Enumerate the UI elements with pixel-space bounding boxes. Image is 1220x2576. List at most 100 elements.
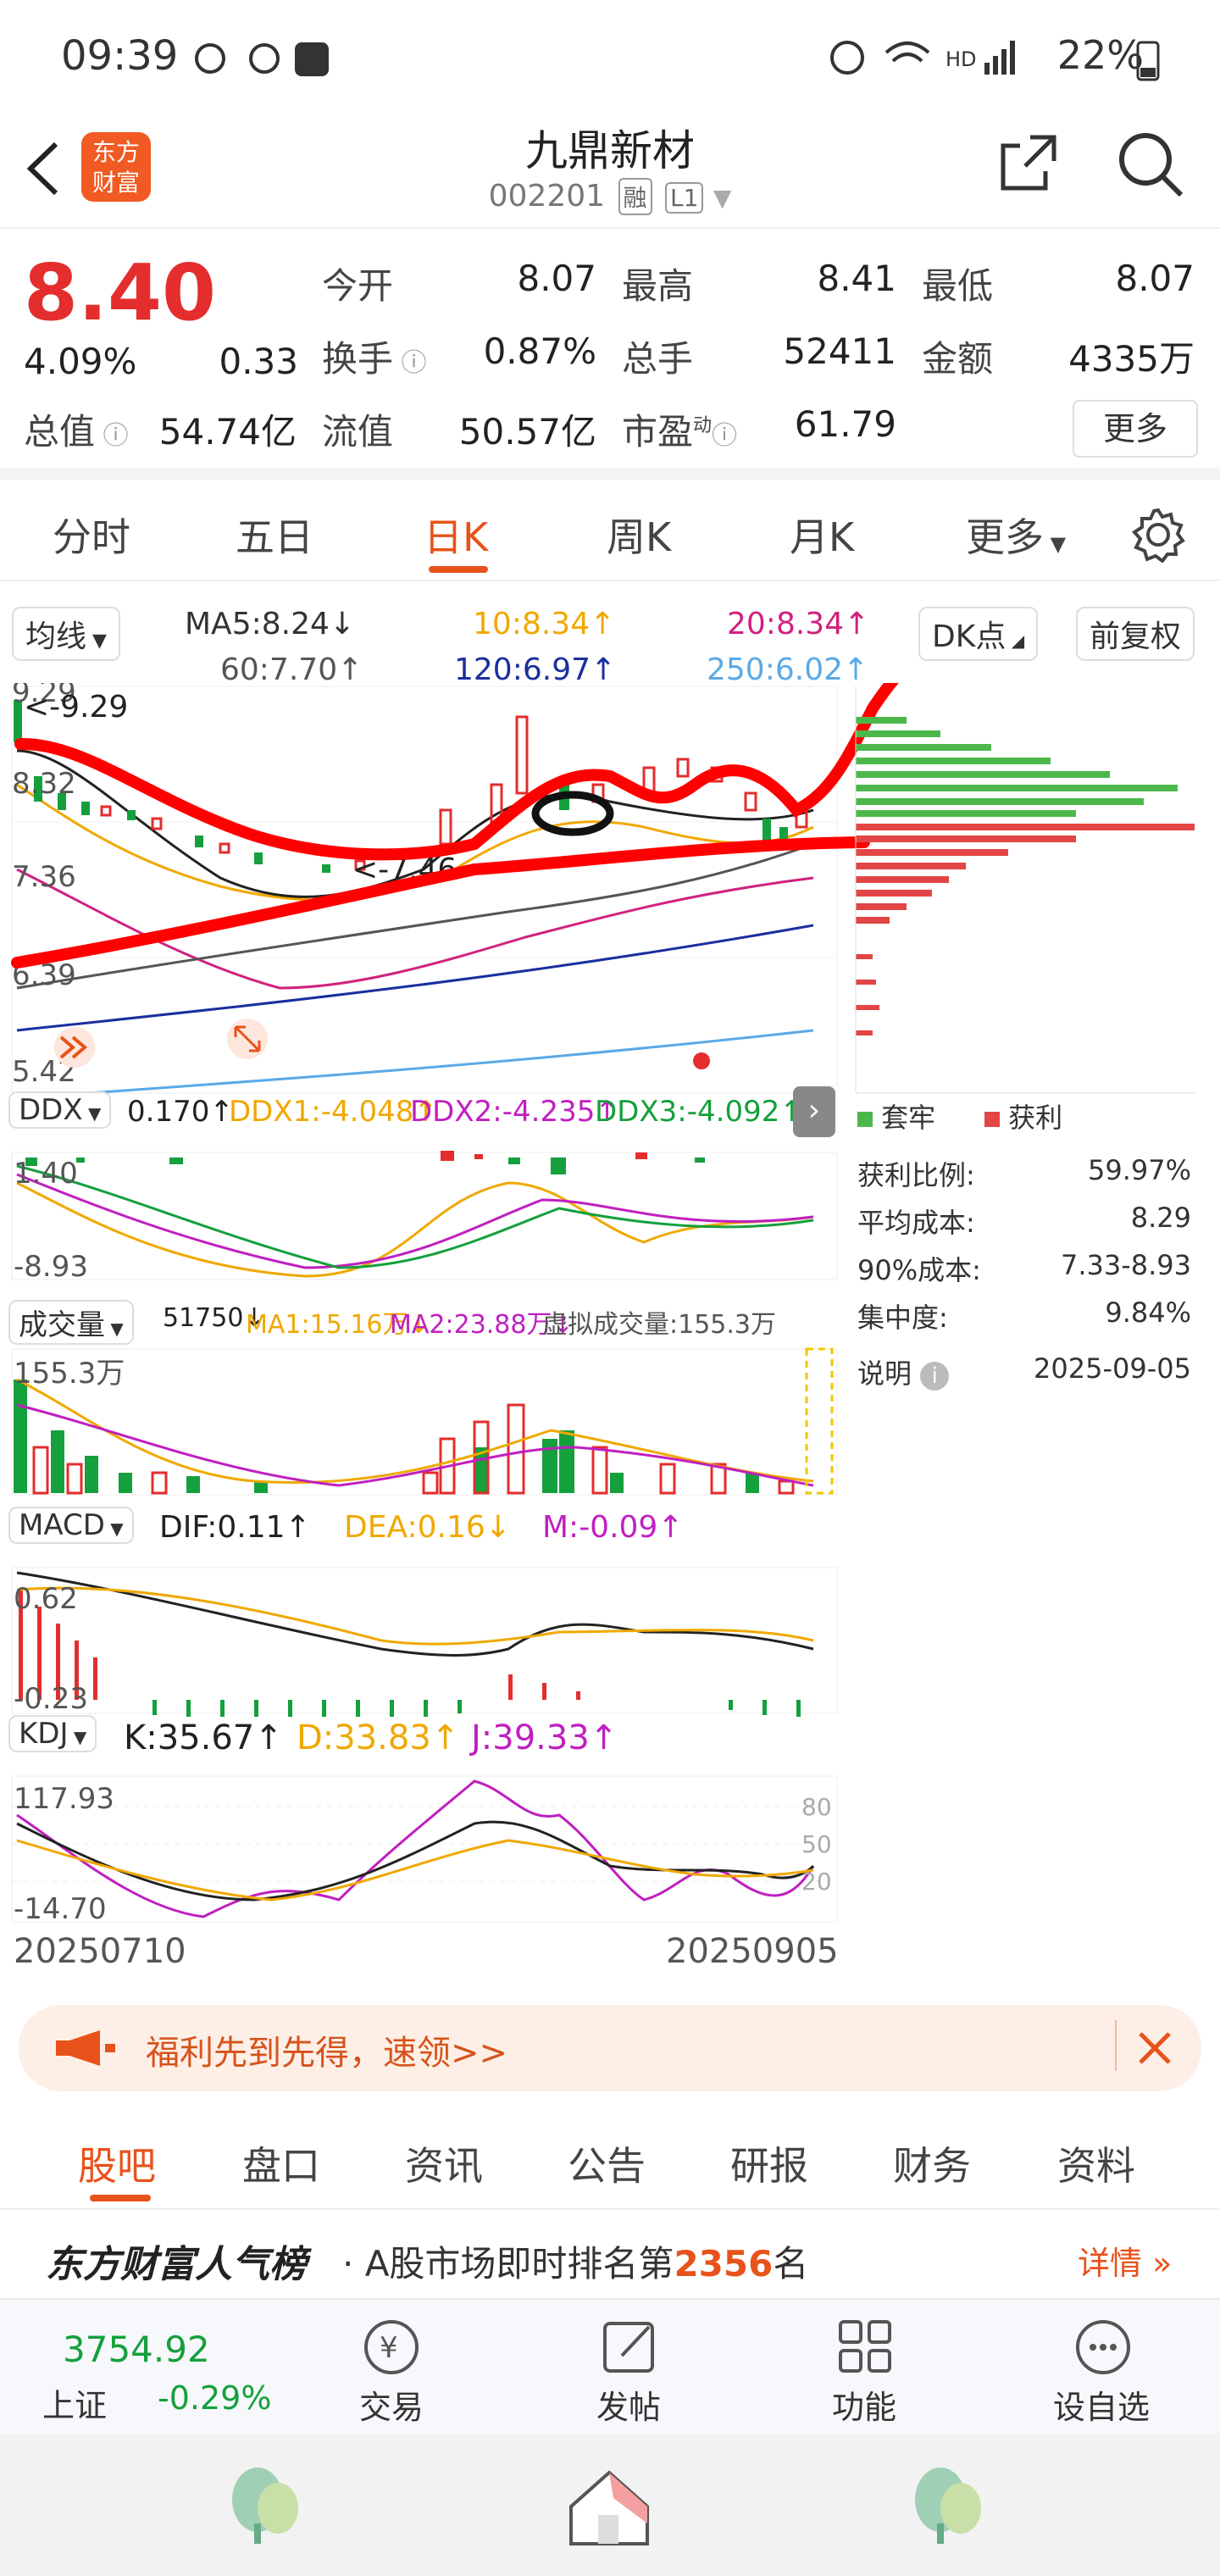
change-amount: 0.33: [219, 341, 298, 382]
home-icon[interactable]: [563, 2464, 656, 2549]
tab-more[interactable]: 更多 ▼: [966, 507, 1066, 563]
index-change: -0.29%: [158, 2379, 272, 2417]
chip-label-concentration: 集中度:: [857, 1302, 948, 1334]
dk-point-button[interactable]: DK点 ◢: [918, 607, 1039, 661]
ddx-selector[interactable]: DDX ▼: [8, 1091, 112, 1129]
promo-banner[interactable]: 福利先到先得，速领>>: [19, 2005, 1201, 2091]
popularity-rank-row[interactable]: 东方财富人气榜 · A股市场即时排名第2356名 详情 »: [0, 2213, 1220, 2295]
notification-icons: [195, 42, 329, 76]
chip-value-profit-ratio: 59.97%: [1087, 1154, 1191, 1186]
date-end: 20250905: [666, 1932, 839, 1971]
ma-selector[interactable]: 均线 ▼: [12, 607, 120, 661]
post-icon[interactable]: [598, 2315, 663, 2379]
macd-selector[interactable]: MACD ▼: [8, 1507, 134, 1544]
tab-daily-k[interactable]: 日K: [424, 507, 488, 563]
trade-label: 交易: [358, 2389, 424, 2426]
ma20-value: 20:8.34↑: [727, 607, 870, 641]
status-bar: 09:39 HD 22%: [0, 0, 1220, 110]
settings-gear-icon[interactable]: [1130, 507, 1186, 563]
tab-finance[interactable]: 财务: [893, 2135, 971, 2191]
kdj-axis-top: 117.93: [14, 1782, 114, 1816]
index-value[interactable]: 3754.92: [63, 2329, 210, 2370]
ma120-value: 120:6.97↑: [454, 652, 617, 687]
ddx2-value: DDX2:-4.235↑: [410, 1095, 619, 1129]
stock-code: 002201: [488, 179, 606, 214]
index-name: 上证: [42, 2387, 108, 2424]
kdj-axis-bottom: -14.70: [14, 1892, 107, 1925]
legend-trapped: 套牢: [857, 1096, 935, 1135]
share-icon[interactable]: [996, 130, 1061, 195]
amount-label: 金额: [922, 338, 994, 380]
candlestick-chart[interactable]: 9.29 8.32 7.36 6.39 5.42 <-9.29 <-7.46: [0, 683, 1220, 1124]
high-value: 8.41: [817, 258, 896, 299]
volume-chart: 155.3万: [11, 1347, 838, 1496]
float-value: 50.57亿: [458, 411, 596, 452]
add-watchlist-label: 设自选: [1052, 2389, 1150, 2426]
close-icon[interactable]: [1135, 2029, 1174, 2068]
collapse-arrow-button[interactable]: ›: [793, 1086, 835, 1137]
more-button[interactable]: 更多: [1073, 400, 1198, 458]
turnover-label[interactable]: 换手 ⓘ: [322, 330, 427, 382]
trade-icon[interactable]: ¥: [359, 2315, 424, 2379]
tree-icon-left[interactable]: [224, 2464, 308, 2549]
pe-label[interactable]: 市盈动ⓘ: [622, 403, 737, 455]
kdj-k: K:35.67↑: [124, 1718, 283, 1757]
tree-icon-right[interactable]: [907, 2464, 991, 2549]
add-watchlist-icon[interactable]: [1071, 2315, 1135, 2379]
volume-label: 总手: [622, 338, 694, 380]
kdj-level-80: 80: [801, 1793, 832, 1821]
kdj-d: D:33.83↑: [297, 1718, 460, 1757]
chip-label-profit-ratio: 获利比例:: [857, 1159, 975, 1191]
chip-date: 2025-09-05: [1034, 1352, 1191, 1385]
tab-orderbook[interactable]: 盘口: [242, 2135, 320, 2191]
chip-value-avg-cost: 8.29: [1130, 1202, 1191, 1234]
promo-text: 福利先到先得，速领>>: [146, 2034, 508, 2073]
pe-sup: 动: [693, 415, 713, 436]
top-navbar: 东方 财富 九鼎新材 002201 融 L1 ▼: [0, 110, 1220, 229]
volume-selector[interactable]: 成交量 ▼: [8, 1300, 134, 1345]
tab-five-day[interactable]: 五日: [236, 507, 313, 563]
tab-weekly-k[interactable]: 周K: [607, 507, 671, 563]
macd-m: M:-0.09↑: [542, 1510, 684, 1545]
kdj-level-20: 20: [801, 1868, 832, 1896]
rank-brand: 东方财富人气榜: [46, 2243, 307, 2286]
kdj-selector[interactable]: KDJ ▼: [8, 1715, 97, 1752]
mktcap-label[interactable]: 总值 ⓘ: [24, 403, 129, 455]
kline-chart-area: 均线 ▼ MA5:8.24↓ 10:8.34↑ 20:8.34↑ 60:7.70…: [0, 583, 1220, 1973]
adjust-button[interactable]: 前复权: [1076, 607, 1195, 661]
info-icon: i: [920, 1362, 950, 1391]
post-label: 发帖: [596, 2389, 661, 2426]
rank-number: 2356: [674, 2243, 774, 2285]
signal-icons: HD: [830, 41, 1015, 75]
tab-profile[interactable]: 资料: [1057, 2135, 1135, 2191]
system-nav-bar: [0, 2434, 1220, 2576]
chip-label-avg-cost: 平均成本:: [857, 1207, 975, 1239]
legend-profit: 获利: [984, 1096, 1062, 1135]
tab-monthly-k[interactable]: 月K: [790, 507, 854, 563]
ma250-value: 250:6.02↑: [707, 652, 869, 687]
svg-text:¥: ¥: [380, 2331, 398, 2365]
pe-value: 61.79: [794, 403, 896, 445]
chip-explain[interactable]: 说明 i: [857, 1352, 950, 1391]
kdj-level-50: 50: [801, 1830, 832, 1858]
level-tag: L1: [664, 182, 704, 214]
low-label: 最低: [922, 265, 994, 307]
open-value: 8.07: [517, 258, 596, 299]
dropdown-caret-icon: ▼: [713, 184, 732, 212]
tab-intraday[interactable]: 分时: [53, 507, 130, 563]
ddx3-value: DDX3:-4.092↑: [595, 1095, 804, 1129]
period-tabs: 分时 五日 日K 周K 月K 更多 ▼: [0, 491, 1220, 581]
mktcap-value: 54.74亿: [158, 411, 297, 452]
tab-research[interactable]: 研报: [730, 2135, 808, 2191]
tab-forum[interactable]: 股吧: [78, 2135, 156, 2191]
content-tabs: 股吧 盘口 资讯 公告 研报 财务 资料: [0, 2110, 1220, 2210]
margin-tag: 融: [618, 178, 652, 215]
search-icon[interactable]: [1115, 129, 1186, 200]
tab-news[interactable]: 资讯: [405, 2135, 483, 2191]
tab-announcements[interactable]: 公告: [568, 2135, 646, 2191]
rank-detail-link[interactable]: 详情 »: [1078, 2237, 1172, 2284]
high-marker: <-9.29: [24, 690, 128, 724]
function-grid-icon[interactable]: [834, 2315, 898, 2379]
change-percent: 4.09%: [24, 341, 137, 382]
volume-value: 52411: [783, 330, 896, 372]
